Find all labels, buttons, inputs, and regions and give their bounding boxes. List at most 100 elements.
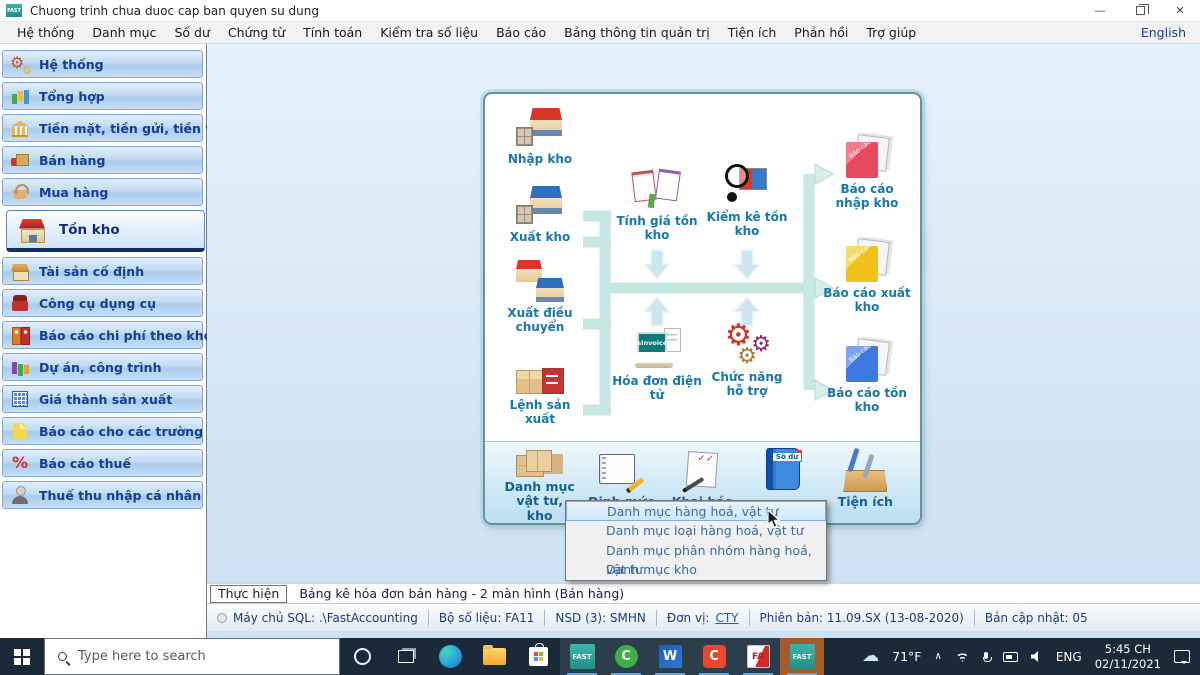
toolbar-tien-ich[interactable]: Tiện ích xyxy=(825,448,906,523)
flow-node-xuat-kho[interactable]: Xuất kho xyxy=(495,184,585,244)
status-unit: Đơn vị:CTY xyxy=(657,610,750,626)
status-bar: Máy chủ SQL: .\FastAccounting Bộ số liệu… xyxy=(207,603,1200,631)
menu-tinh-toan[interactable]: Tính toán xyxy=(294,22,371,44)
toolbox-icon xyxy=(841,448,889,492)
unit-link[interactable]: CTY xyxy=(715,611,738,625)
menu-bao-cao[interactable]: Báo cáo xyxy=(487,22,555,44)
minimize-icon[interactable]: — xyxy=(1080,0,1120,22)
weather-cloud-icon[interactable]: ☁ xyxy=(862,648,879,665)
taskbar-app-file-explorer[interactable] xyxy=(472,638,516,675)
execute-button[interactable]: Thực hiện xyxy=(210,585,287,603)
menu-phan-hoi[interactable]: Phản hồi xyxy=(785,22,857,44)
speaker-icon[interactable] xyxy=(1031,651,1043,662)
gears-icon xyxy=(10,54,30,74)
mouse-cursor xyxy=(766,509,782,529)
display-icon[interactable] xyxy=(1003,652,1018,662)
sidebar-item-ban-hang[interactable]: Bán hàng xyxy=(2,146,203,174)
flow-node-bao-cao-xuat-kho[interactable]: Báo cáo Báo cáo xuất kho xyxy=(822,240,912,315)
magnifier-check-icon xyxy=(723,164,771,206)
menu-kiem-tra-so-lieu[interactable]: Kiểm tra số liệu xyxy=(371,22,487,44)
taskbar-app-camtasia[interactable]: C xyxy=(604,638,648,675)
menu-he-thong[interactable]: Hệ thống xyxy=(8,22,83,44)
fast-focused-icon: FAST xyxy=(790,644,815,669)
temperature-label[interactable]: 71°F xyxy=(892,649,921,664)
menu-chung-tu[interactable]: Chứng từ xyxy=(219,22,294,44)
action-bar: Thực hiện Bảng kê hóa đơn bán hàng - 2 m… xyxy=(207,583,1200,603)
menu-danh-muc[interactable]: Danh mục xyxy=(83,22,165,44)
taskbar-search[interactable]: Type here to search xyxy=(44,638,340,675)
production-boxes-icon xyxy=(516,352,564,394)
sidebar-item-ton-kho[interactable]: Tồn kho xyxy=(6,210,205,252)
restore-icon[interactable] xyxy=(1120,0,1160,22)
menu-bang-thong-tin-quan-tri[interactable]: Bảng thông tin quản trị xyxy=(555,22,719,44)
sidebar-item-tai-san-co-dinh[interactable]: Tài sản cố định xyxy=(2,257,203,285)
language-indicator[interactable]: ENG xyxy=(1056,650,1082,664)
flow-node-tinh-gia-ton-kho[interactable]: Tính giá tồn kho xyxy=(612,168,702,243)
window-title: Chuong trinh chua duoc cap ban quyen su … xyxy=(30,4,319,18)
bar-chart-icon xyxy=(10,86,30,106)
notification-center-icon[interactable] xyxy=(1174,650,1190,663)
sidebar-item-cong-cu-dung-cu[interactable]: Công cụ dụng cụ xyxy=(2,289,203,317)
context-item-danh-muc-loai-hang-hoa[interactable]: Danh mục loại hàng hoá, vật tư xyxy=(566,521,826,541)
flow-node-xuat-dieu-chuyen[interactable]: Xuất điều chuyển xyxy=(495,260,585,335)
flow-node-kiem-ke-ton-kho[interactable]: Kiểm kê tồn kho xyxy=(702,164,792,239)
taskbar-app-fa[interactable]: FA xyxy=(736,638,780,675)
app-icon: FAST xyxy=(6,4,22,17)
microphone-icon[interactable] xyxy=(983,652,990,662)
ton-kho-flow-panel: Nhập kho Xuất kho Xuất điều chuyển Lệnh … xyxy=(483,92,922,525)
truck-icon xyxy=(10,150,30,170)
windows-taskbar: Type here to search FAST C W C FA FAST ☁… xyxy=(0,638,1200,675)
menu-so-du[interactable]: Số dư xyxy=(165,22,218,44)
sidebar-item-gia-thanh-san-xuat[interactable]: Giá thành sản xuất xyxy=(2,385,203,413)
boxes-icon xyxy=(516,448,564,477)
flow-node-nhap-kho[interactable]: Nhập kho xyxy=(495,106,585,166)
sidebar-item-he-thong[interactable]: Hệ thống xyxy=(2,50,203,78)
time-label: 5:45 CH xyxy=(1105,642,1151,656)
taskbar-app-edge[interactable] xyxy=(428,638,472,675)
warehouse-transfer-icon xyxy=(516,260,564,302)
menu-tro-giup[interactable]: Trợ giúp xyxy=(857,22,925,44)
flow-node-bao-cao-ton-kho[interactable]: Báo cáo Báo cáo tồn kho xyxy=(822,340,912,415)
camtasia-icon: C xyxy=(615,645,638,668)
note-icon xyxy=(10,421,30,441)
language-switch[interactable]: English xyxy=(1135,22,1192,44)
sidebar-item-tien-mat[interactable]: Tiền mặt, tiền gửi, tiền vay xyxy=(2,114,203,142)
taskbar-app-fast-accounting[interactable]: FAST xyxy=(560,638,604,675)
search-icon xyxy=(58,652,67,661)
taskbar-app-fast-focused[interactable]: FAST xyxy=(780,638,824,675)
sidebar-item-truong-tu-do[interactable]: Báo cáo cho các trường tự do xyxy=(2,417,203,445)
taskbar-app-store[interactable] xyxy=(516,638,560,675)
context-item-danh-muc-phan-nhom[interactable]: Danh mục phân nhóm hàng hoá, vật tư xyxy=(566,541,826,561)
status-update: Bản cập nhật: 05 xyxy=(975,610,1098,626)
start-button[interactable] xyxy=(0,638,44,675)
taskbar-app-word[interactable]: W xyxy=(648,638,692,675)
status-dot-icon xyxy=(217,613,227,623)
taskbar-app-camtasia-recorder[interactable]: C xyxy=(692,638,736,675)
sidebar-item-bao-cao-chi-phi[interactable]: Báo cáo chi phí theo khoản mục xyxy=(2,321,203,349)
page-pen-icon xyxy=(679,448,727,492)
sidebar-item-mua-hang[interactable]: Mua hàng xyxy=(2,178,203,206)
context-item-danh-muc-kho[interactable]: Danh mục kho xyxy=(566,560,826,580)
flow-node-bao-cao-nhap-kho[interactable]: Báo cáo Báo cáo nhập kho xyxy=(822,136,912,211)
tray-chevron-icon[interactable]: ∧ xyxy=(935,651,942,662)
flow-node-lenh-san-xuat[interactable]: Lệnh sản xuất xyxy=(495,352,585,427)
documents-icon xyxy=(631,168,683,210)
task-view-icon xyxy=(398,650,414,663)
clock[interactable]: 5:45 CH 02/11/2021 xyxy=(1095,642,1161,671)
wifi-icon[interactable] xyxy=(955,651,970,662)
flow-node-chuc-nang-ho-tro[interactable]: Chức năng hỗ trợ xyxy=(702,324,792,399)
sidebar-item-tong-hop[interactable]: Tổng hợp xyxy=(2,82,203,110)
sidebar-item-du-an-cong-trinh[interactable]: Dự án, công trình xyxy=(2,353,203,381)
status-sql-server: Máy chủ SQL: .\FastAccounting xyxy=(207,610,429,626)
system-tray: ☁ 71°F ∧ ENG 5:45 CH 02/11/2021 xyxy=(862,638,1200,675)
cortana-button[interactable] xyxy=(340,638,384,675)
sidebar-item-bao-cao-thue[interactable]: Báo cáo thuế xyxy=(2,449,203,477)
status-dataset: Bộ số liệu: FA11 xyxy=(429,610,546,626)
sidebar-item-thue-tncn[interactable]: Thuế thu nhập cá nhân xyxy=(2,481,203,509)
close-icon[interactable]: ✕ xyxy=(1160,0,1200,22)
camtasia-recorder-icon: C xyxy=(703,645,726,668)
task-view-button[interactable] xyxy=(384,638,428,675)
menu-tien-ich[interactable]: Tiện ích xyxy=(719,22,786,44)
context-item-danh-muc-hang-hoa[interactable]: Danh mục hàng hoá, vật tư xyxy=(566,501,826,521)
flow-node-hoa-don-dien-tu[interactable]: eInvoice Hóa đơn điện tử xyxy=(612,328,702,403)
